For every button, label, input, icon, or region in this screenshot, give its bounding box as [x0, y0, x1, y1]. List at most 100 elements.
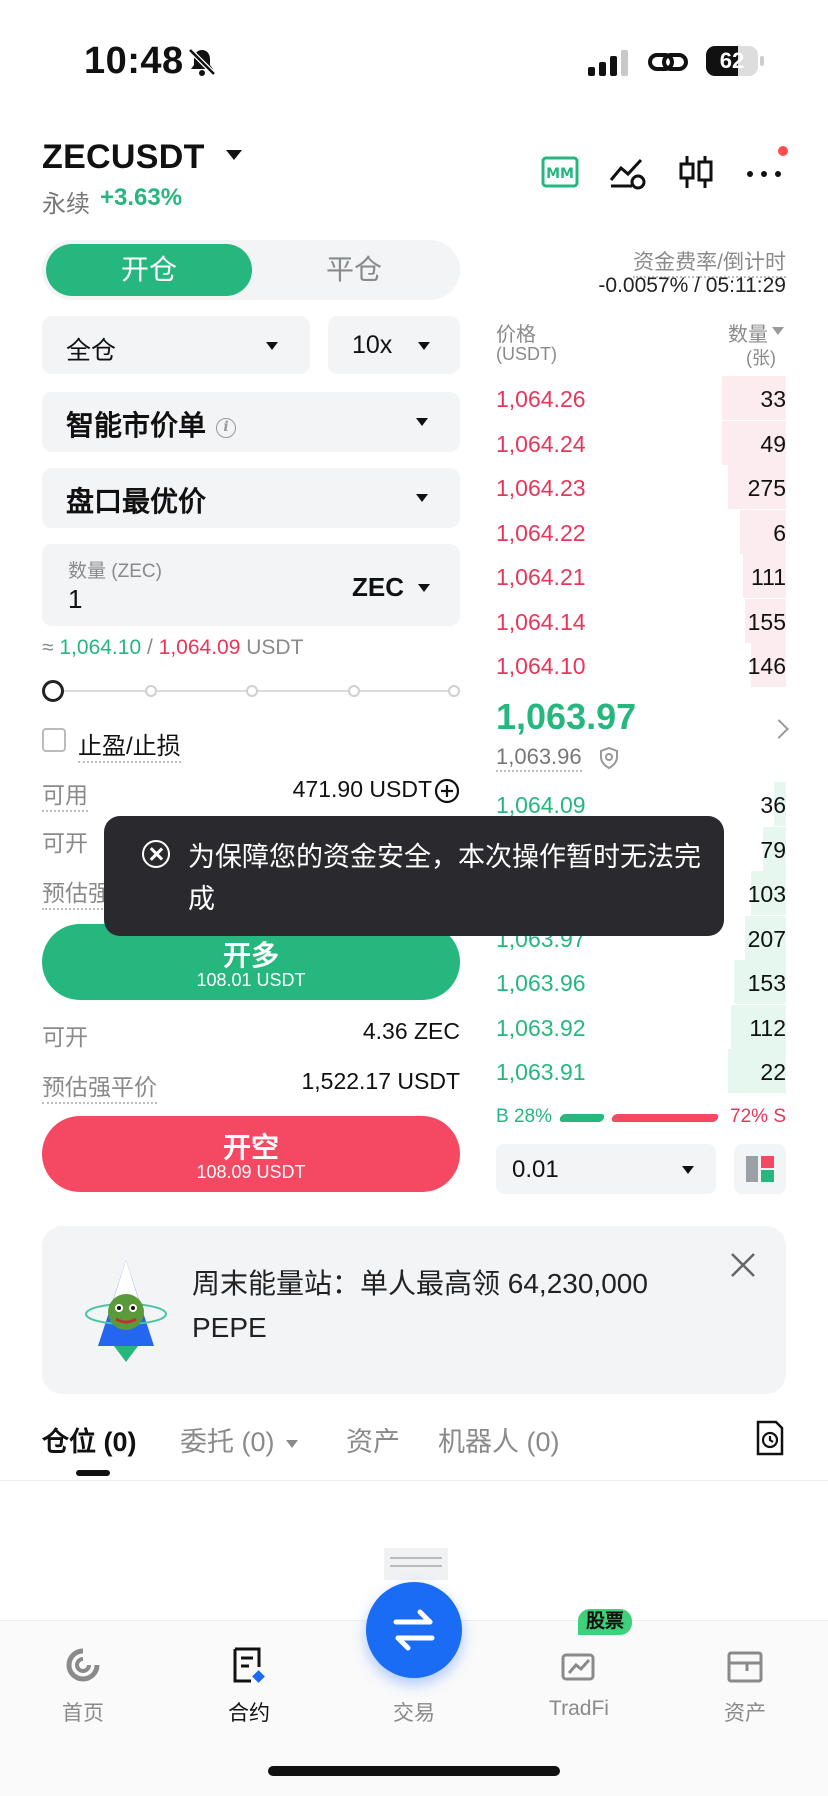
mm-icon[interactable]: MM	[540, 152, 580, 192]
slider-step[interactable]	[145, 685, 157, 697]
bid-price: 1,063.96	[496, 970, 586, 996]
svg-text:MM: MM	[546, 166, 574, 182]
depth-step-select[interactable]: 0.01	[496, 1144, 716, 1194]
info-icon[interactable]: i	[216, 417, 237, 438]
quantity-unit-select[interactable]: ZEC	[352, 572, 404, 603]
trade-fab-button[interactable]	[366, 1582, 462, 1678]
candlestick-icon[interactable]	[676, 152, 716, 192]
bid-qty: 103	[747, 881, 786, 907]
slider-step[interactable]	[448, 685, 460, 697]
chevron-down-icon	[416, 494, 428, 502]
tab-bots[interactable]: 机器人 (0)	[438, 1420, 560, 1459]
chevron-down-icon	[418, 342, 430, 350]
ob-qty-header[interactable]: 数量	[728, 318, 768, 347]
quantity-input[interactable]: 1	[68, 584, 82, 615]
tab-positions[interactable]: 仓位 (0)	[42, 1420, 137, 1459]
margin-mode-select[interactable]: 全仓	[42, 316, 310, 374]
price-type-select[interactable]: 盘口最优价	[42, 468, 460, 528]
ask-price: 1,064.24	[496, 430, 586, 457]
ob-price-header: 价格	[496, 324, 536, 346]
price-change: +3.63%	[100, 184, 183, 211]
tp-sl-label[interactable]: 止盈/止损	[78, 726, 181, 763]
quantity-label: 数量 (ZEC)	[68, 561, 162, 582]
bid-row[interactable]: 1,063.91 22	[496, 1049, 786, 1093]
ask-price: 1,064.26	[496, 386, 586, 412]
ask-row[interactable]: 1,064.23 275	[496, 465, 786, 509]
long-can-open-label: 可开	[42, 830, 88, 856]
pair-dropdown-icon[interactable]	[226, 150, 242, 160]
chevron-down-icon	[682, 1166, 694, 1174]
mark-price: 1,063.96	[496, 744, 582, 772]
slider-step[interactable]	[348, 685, 360, 697]
order-history-icon[interactable]	[754, 1420, 786, 1456]
tradfi-icon	[561, 1653, 595, 1681]
tab-assets[interactable]: 资产	[346, 1420, 400, 1459]
sell-ratio-bar	[610, 1114, 720, 1122]
slider-handle[interactable]	[42, 680, 64, 702]
available-value: 471.90 USDT	[292, 776, 432, 802]
add-circle-icon[interactable]	[434, 778, 460, 804]
ask-qty: 6	[773, 519, 786, 546]
tp-sl-checkbox[interactable]	[42, 728, 66, 752]
short-can-open-label: 可开	[42, 1024, 88, 1050]
chevron-down-icon	[286, 1439, 299, 1448]
toast-message: 为保障您的资金安全，本次操作暂时无法完成	[104, 816, 724, 936]
ask-row[interactable]: 1,064.26 33	[496, 376, 786, 420]
bid-row[interactable]: 1,063.96 153	[496, 960, 786, 1004]
bid-qty: 112	[749, 1014, 786, 1041]
chevron-down-icon[interactable]	[418, 584, 430, 592]
tab-orders[interactable]: 委托 (0)	[180, 1420, 299, 1459]
notification-dot	[778, 146, 788, 156]
ask-qty: 275	[747, 475, 786, 501]
chevron-down-icon[interactable]	[772, 327, 784, 335]
drag-handle[interactable]	[384, 1548, 448, 1580]
bell-muted-icon	[188, 48, 216, 76]
stocks-badge: 股票	[578, 1609, 633, 1635]
short-can-open-value: 4.36 ZEC	[362, 1018, 460, 1044]
home-icon	[66, 1648, 100, 1682]
ask-row[interactable]: 1,064.10 146	[496, 643, 786, 687]
approx-cost: ≈ 1,064.10 / 1,064.09 USDT	[42, 636, 304, 659]
wallet-icon	[727, 1651, 763, 1683]
approx-buy: 1,064.10	[59, 636, 142, 659]
chevron-down-icon	[416, 418, 428, 426]
quantity-field[interactable]: 数量 (ZEC) 1 ZEC	[42, 544, 460, 626]
error-icon	[142, 840, 170, 868]
ask-qty: 155	[747, 608, 786, 635]
bid-qty: 36	[760, 792, 786, 818]
ask-row[interactable]: 1,064.24 49	[496, 420, 786, 465]
pair-title[interactable]: ZECUSDT	[42, 138, 205, 177]
open-short-button[interactable]: 开空 108.09 USDT	[42, 1116, 460, 1192]
slider-step[interactable]	[246, 685, 258, 697]
chevron-right-icon[interactable]	[769, 719, 789, 739]
chevron-down-icon	[266, 342, 278, 350]
tab-close[interactable]: 平仓	[252, 244, 456, 296]
ask-price: 1,064.22	[496, 519, 586, 546]
chart-settings-icon[interactable]	[608, 152, 648, 192]
leverage-select[interactable]: 10x	[328, 316, 460, 374]
open-close-toggle[interactable]: 开仓 平仓	[42, 240, 460, 300]
ask-qty: 33	[760, 386, 786, 412]
sell-ratio: 72% S	[730, 1106, 786, 1127]
ask-qty: 49	[760, 430, 786, 457]
toast-text: 为保障您的资金安全，本次操作暂时无法完成	[188, 842, 701, 914]
ob-qty-unit: (张)	[746, 348, 776, 368]
bid-row[interactable]: 1,063.92 112	[496, 1004, 786, 1049]
ob-price-unit: (USDT)	[496, 344, 557, 364]
contract-type: 永续	[42, 191, 90, 218]
status-time: 10:48	[84, 40, 184, 82]
tab-open[interactable]: 开仓	[46, 244, 252, 296]
promo-banner[interactable]: 周末能量站：单人最高领 64,230,000 PEPE	[42, 1226, 786, 1394]
ask-row[interactable]: 1,064.14 155	[496, 598, 786, 643]
more-icon[interactable]	[744, 146, 788, 192]
available-label: 可用	[42, 776, 88, 812]
order-type-select[interactable]: 智能市价单 i	[42, 392, 460, 452]
ask-qty: 111	[751, 564, 786, 590]
leverage-value: 10x	[352, 331, 393, 359]
ask-row[interactable]: 1,064.21 111	[496, 554, 786, 598]
bid-price: 1,063.91	[496, 1059, 586, 1085]
orderbook-layout-icon[interactable]	[734, 1144, 786, 1194]
close-icon[interactable]	[728, 1250, 758, 1280]
order-type-value: 智能市价单	[66, 410, 207, 441]
ask-row[interactable]: 1,064.22 6	[496, 509, 786, 554]
